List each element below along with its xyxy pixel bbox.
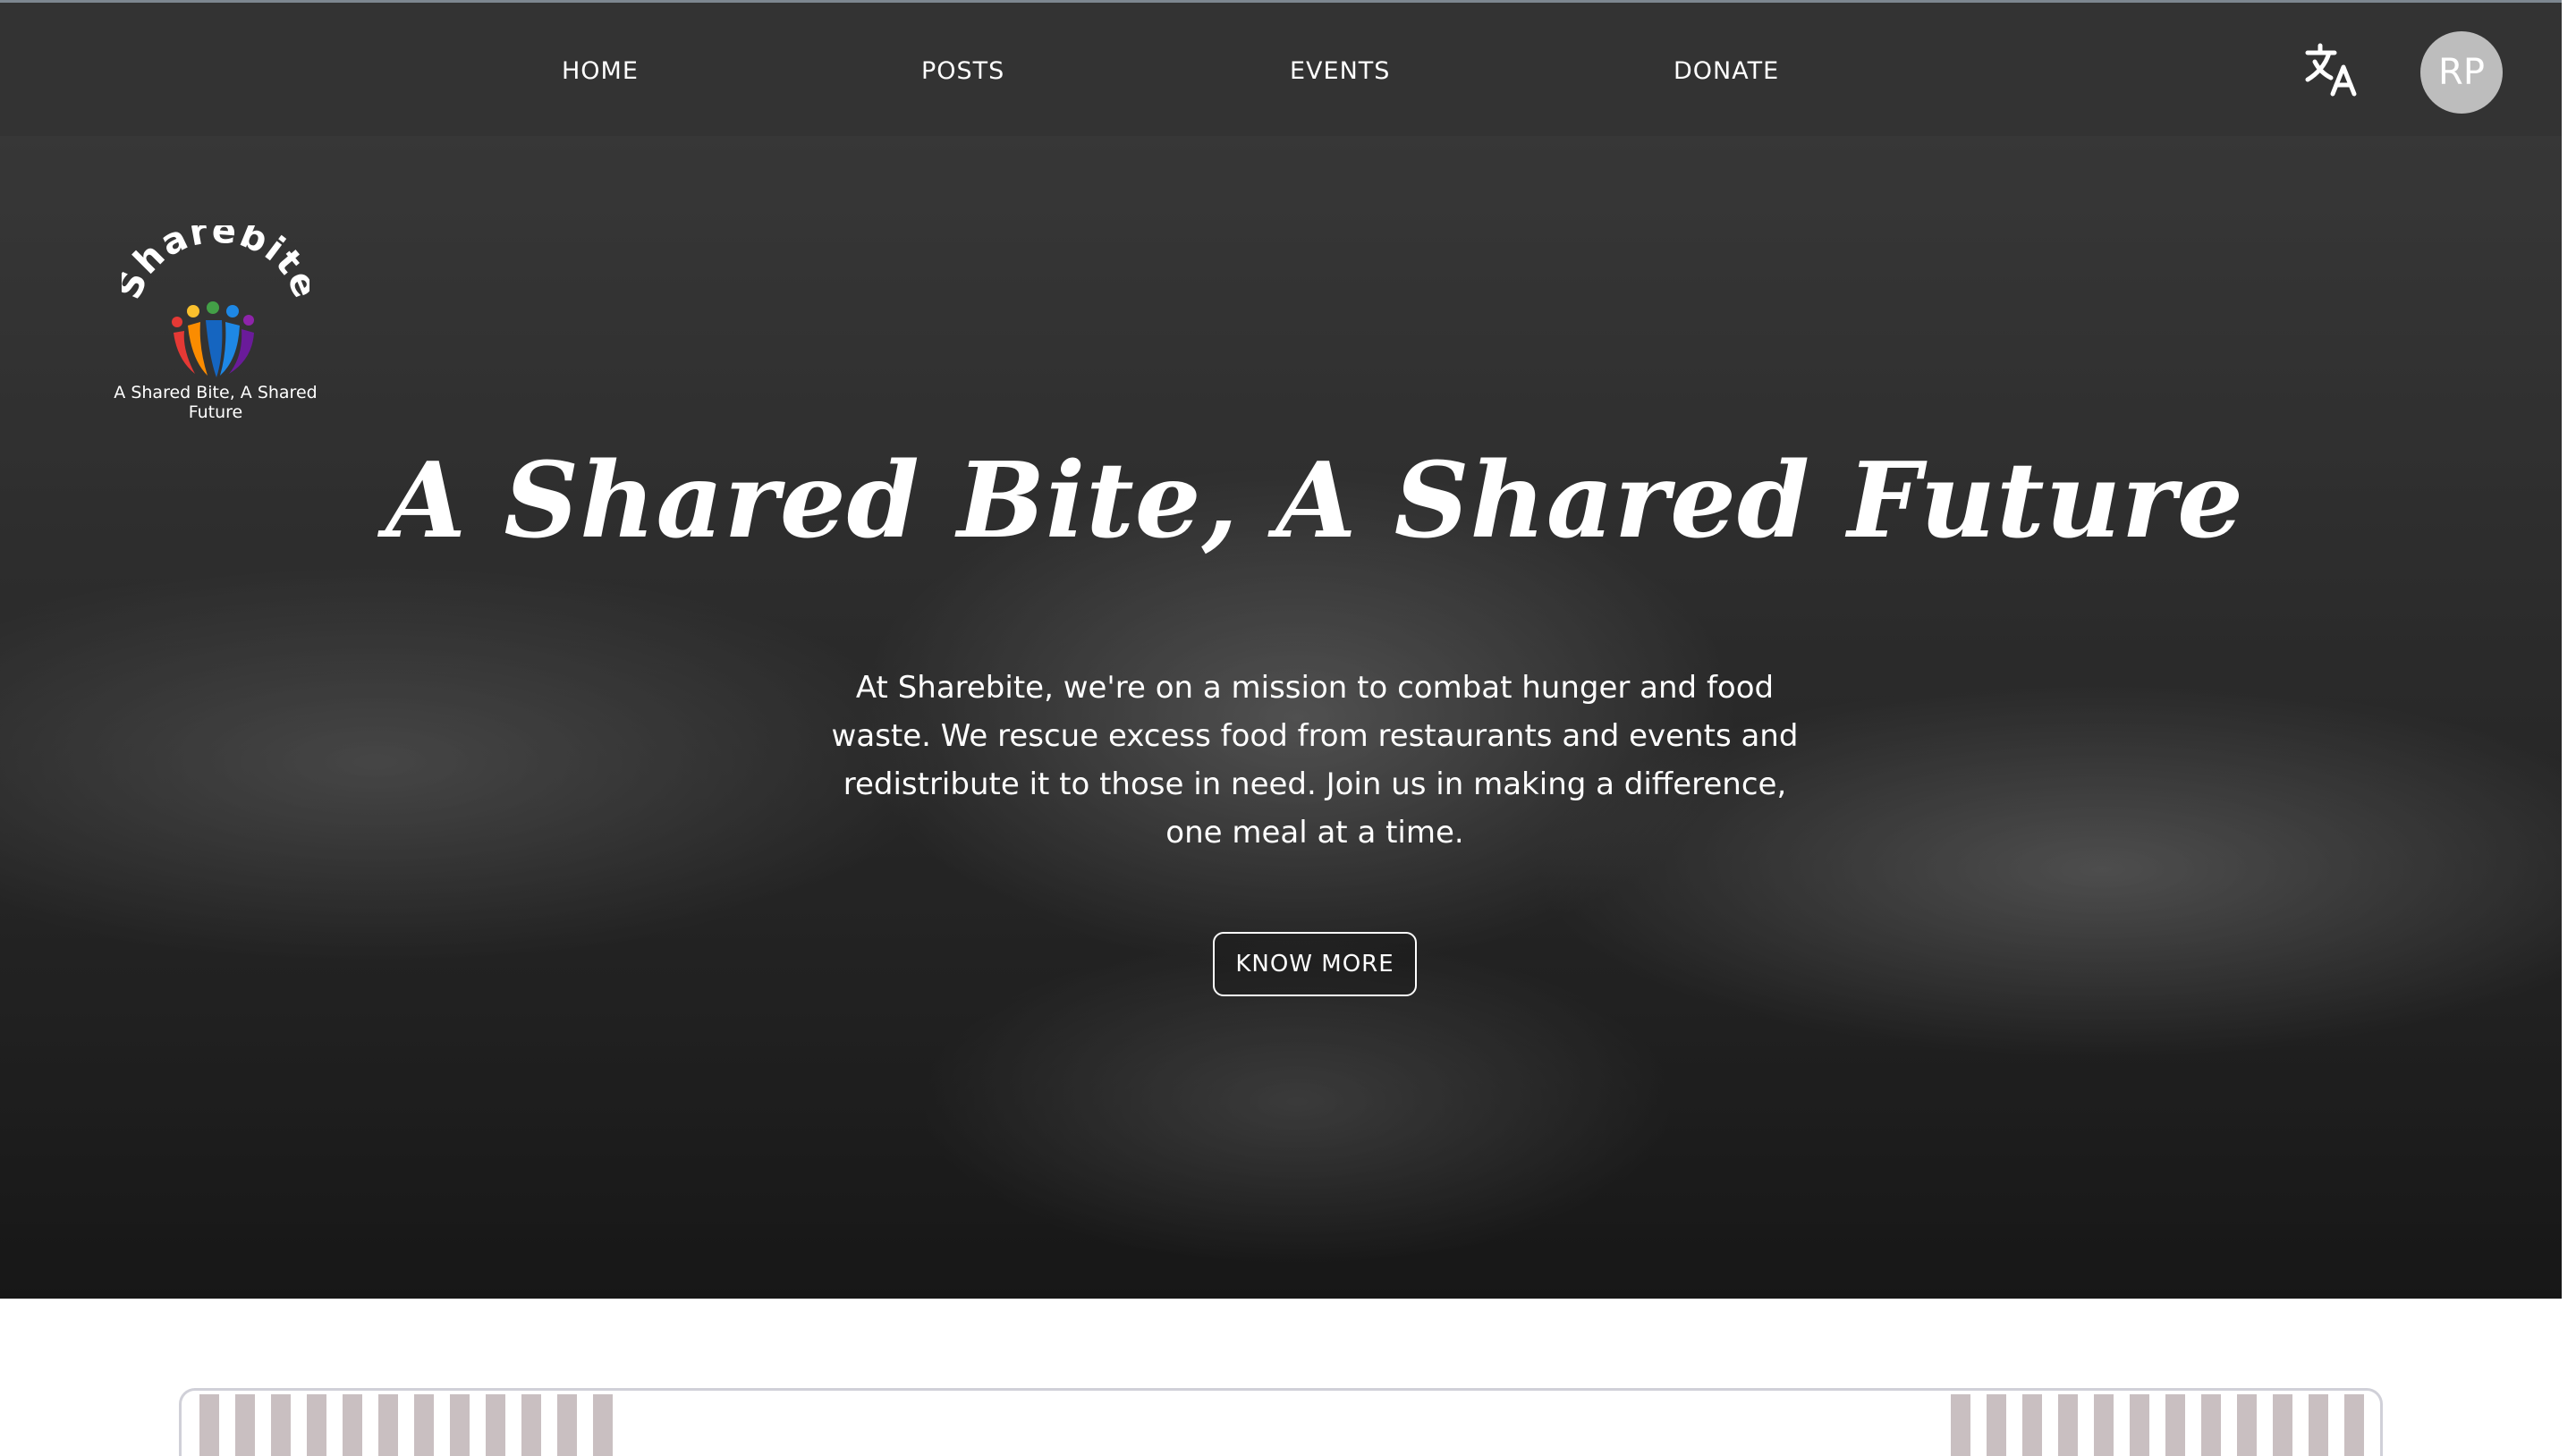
top-navigation-bar: HOME POSTS EVENTS DONATE RP bbox=[0, 0, 2562, 136]
decorative-stripe bbox=[2130, 1394, 2149, 1456]
logo-wordmark: Sharebite bbox=[122, 225, 309, 305]
nav-posts-link[interactable]: POSTS bbox=[921, 56, 1004, 87]
hero-title: A Shared Bite, A Shared Future bbox=[386, 440, 2244, 562]
decorative-stripe bbox=[199, 1394, 219, 1456]
decorative-stripe bbox=[450, 1394, 470, 1456]
decorative-stripe bbox=[378, 1394, 398, 1456]
decorative-stripe bbox=[343, 1394, 362, 1456]
svg-text:Sharebite: Sharebite bbox=[122, 225, 309, 305]
sharebite-logo[interactable]: Sharebite A Shared Bite, A Shared Future bbox=[86, 225, 345, 422]
decorative-stripe bbox=[235, 1394, 255, 1456]
decorative-stripes-left bbox=[199, 1394, 613, 1456]
content-card bbox=[179, 1388, 2383, 1456]
page: HOME POSTS EVENTS DONATE RP harebit A Sh… bbox=[0, 0, 2576, 1456]
decorative-stripe bbox=[2309, 1394, 2328, 1456]
decorative-stripe bbox=[593, 1394, 613, 1456]
decorative-stripe bbox=[1951, 1394, 1970, 1456]
sharebite-logo-mark: Sharebite bbox=[122, 225, 309, 377]
user-avatar[interactable]: RP bbox=[2420, 31, 2503, 114]
hero-section: Sharebite A Shared Bite, A Shared Future… bbox=[0, 136, 2562, 1299]
decorative-stripe bbox=[2094, 1394, 2114, 1456]
decorative-stripe bbox=[557, 1394, 577, 1456]
decorative-stripe bbox=[1987, 1394, 2006, 1456]
decorative-stripe bbox=[307, 1394, 326, 1456]
nav-events-link[interactable]: EVENTS bbox=[1290, 56, 1390, 87]
decorative-stripe bbox=[486, 1394, 505, 1456]
nav-home-link[interactable]: HOME bbox=[562, 56, 639, 87]
decorative-stripe bbox=[2201, 1394, 2221, 1456]
decorative-stripe bbox=[414, 1394, 434, 1456]
decorative-stripe bbox=[2273, 1394, 2292, 1456]
decorative-stripe bbox=[271, 1394, 291, 1456]
hero-description: At Sharebite, we're on a mission to comb… bbox=[831, 670, 1799, 851]
nav-donate-link[interactable]: DONATE bbox=[1674, 56, 1779, 87]
know-more-button[interactable]: KNOW MORE bbox=[1213, 932, 1417, 996]
translate-icon[interactable] bbox=[2304, 42, 2361, 99]
decorative-stripes-right bbox=[1951, 1394, 2371, 1456]
decorative-stripe bbox=[521, 1394, 541, 1456]
decorative-stripe bbox=[2058, 1394, 2078, 1456]
decorative-stripe bbox=[2344, 1394, 2364, 1456]
logo-tagline: A Shared Bite, A Shared Future bbox=[114, 383, 318, 422]
decorative-stripe bbox=[2165, 1394, 2185, 1456]
decorative-stripe bbox=[2022, 1394, 2042, 1456]
decorative-stripe bbox=[2237, 1394, 2257, 1456]
